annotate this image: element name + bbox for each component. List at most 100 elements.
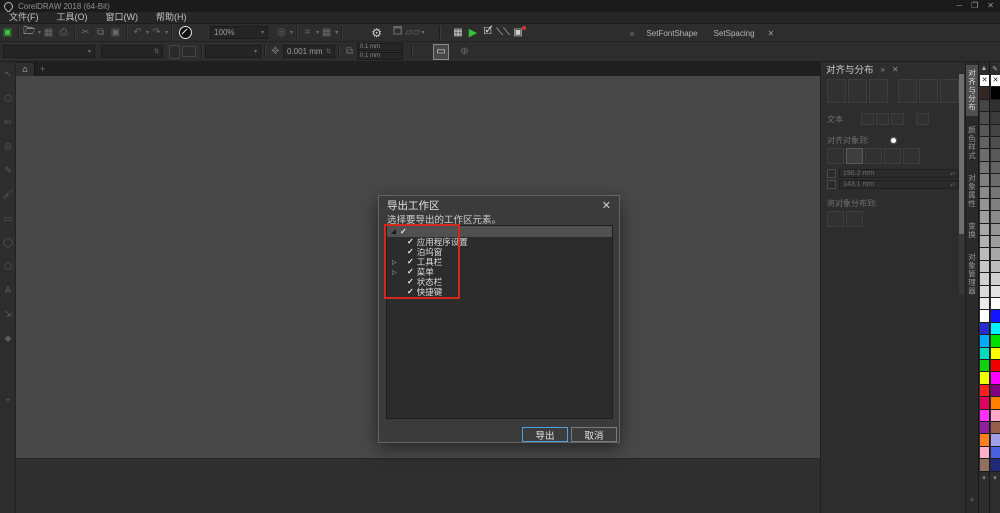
color-swatch[interactable] — [980, 137, 989, 149]
color-swatch[interactable] — [991, 335, 1000, 347]
color-swatch[interactable] — [991, 224, 1000, 236]
color-swatch[interactable] — [991, 112, 1000, 124]
color-swatch[interactable] — [980, 323, 989, 335]
checkmark-icon[interactable]: ✓ — [407, 268, 414, 276]
minimize-icon[interactable]: ─ — [956, 2, 962, 10]
color-swatch[interactable] — [980, 385, 989, 397]
docker-collapse-icon[interactable]: » — [881, 65, 885, 74]
color-swatch[interactable] — [980, 273, 989, 285]
color-swatch[interactable] — [980, 360, 989, 372]
color-swatch[interactable] — [980, 149, 989, 161]
color-swatch[interactable] — [980, 397, 989, 409]
color-swatch[interactable] — [980, 286, 989, 298]
docker-tab-1[interactable]: 颜色样式 — [966, 122, 978, 164]
edit-macro-icon[interactable]: 🗹 — [481, 25, 496, 40]
color-swatch[interactable] — [991, 323, 1000, 335]
checkmark-icon[interactable]: ✓ — [407, 278, 414, 286]
color-swatch[interactable] — [991, 447, 1000, 459]
search-content-icon[interactable] — [179, 26, 192, 39]
color-swatch[interactable] — [991, 410, 1000, 422]
color-swatch[interactable] — [980, 162, 989, 174]
color-swatch[interactable] — [991, 199, 1000, 211]
dimension-tool-icon[interactable]: ⇲ — [0, 302, 16, 326]
palette-scroll-down-icon[interactable]: ▾ — [979, 472, 989, 484]
expander-icon[interactable]: ▷ — [392, 259, 397, 266]
color-swatch[interactable] — [991, 422, 1000, 434]
color-swatch[interactable] — [991, 162, 1000, 174]
color-swatch[interactable] — [991, 273, 1000, 285]
record-script-icon[interactable]: ⟍⟍ — [496, 25, 511, 40]
options-gear-icon[interactable]: ⚙ — [369, 25, 384, 40]
dialog-close-icon[interactable]: ✕ — [602, 199, 611, 212]
checkmark-icon[interactable]: ✓ — [407, 258, 414, 266]
document-tab-home[interactable]: ⌂ — [16, 63, 35, 76]
maximize-icon[interactable]: ❐ — [971, 2, 978, 10]
open-folder-icon[interactable]: 🗁 — [22, 25, 37, 40]
palette-scroll-down-icon[interactable]: ▾ — [990, 472, 1000, 484]
color-swatch[interactable] — [991, 137, 1000, 149]
color-swatch[interactable] — [980, 335, 989, 347]
polygon-tool-icon[interactable]: ⬠ — [0, 254, 16, 278]
macro-button-setspacing[interactable]: SetSpacing — [706, 26, 763, 41]
color-swatch[interactable] — [991, 459, 1000, 471]
menu-item-3[interactable]: 帮助(H) — [147, 12, 196, 23]
color-swatch[interactable] — [980, 125, 989, 137]
color-swatch[interactable] — [980, 261, 989, 273]
menu-item-0[interactable]: 文件(F) — [0, 12, 48, 23]
color-swatch[interactable] — [991, 149, 1000, 161]
close-icon[interactable]: ✕ — [987, 2, 994, 10]
overflow-icon[interactable]: » — [626, 29, 638, 38]
workspace-element-tree[interactable]: ✓ ✓应用程序设置✓泊坞窗▷✓工具栏▷✓菜单✓状态栏✓快捷键 — [386, 225, 613, 419]
docker-scrollbar[interactable] — [959, 74, 964, 294]
pick-tool-icon[interactable]: ↖ — [0, 62, 16, 86]
color-swatch[interactable] — [991, 434, 1000, 446]
cancel-button[interactable]: 取消 — [571, 427, 617, 442]
color-swatch[interactable] — [980, 310, 989, 322]
color-swatch[interactable] — [980, 459, 989, 471]
toolbar-close-icon[interactable]: ✕ — [763, 29, 780, 38]
color-swatch[interactable] — [980, 422, 989, 434]
add-tool-button[interactable]: + — [0, 388, 16, 412]
color-swatch[interactable] — [991, 310, 1000, 322]
color-swatch[interactable] — [980, 199, 989, 211]
docker-tab-3[interactable]: 变换 — [966, 218, 978, 243]
color-swatch[interactable] — [991, 248, 1000, 260]
color-swatch[interactable] — [980, 434, 989, 446]
color-swatch[interactable] — [980, 211, 989, 223]
checkmark-icon[interactable]: ✓ — [407, 248, 414, 256]
color-swatch[interactable] — [991, 236, 1000, 248]
checkmark-icon[interactable]: ✓ — [400, 228, 407, 236]
color-swatch[interactable] — [980, 348, 989, 360]
color-swatch[interactable] — [980, 447, 989, 459]
docker-tab-2[interactable]: 对象属性 — [966, 170, 978, 212]
color-swatch[interactable] — [991, 298, 1000, 310]
color-swatch[interactable] — [991, 397, 1000, 409]
export-button[interactable]: 导出 — [522, 427, 568, 442]
color-swatch[interactable] — [980, 100, 989, 112]
artistic-media-tool-icon[interactable]: 🖌 — [0, 182, 16, 206]
macro-manager-icon[interactable]: ▦ — [451, 25, 466, 40]
color-swatch[interactable] — [991, 174, 1000, 186]
color-swatch[interactable] — [991, 187, 1000, 199]
color-swatch[interactable] — [980, 87, 989, 99]
stop-record-icon[interactable]: ▣ — [511, 25, 526, 40]
align-to-page-edge-button[interactable] — [846, 148, 863, 164]
color-swatch[interactable] — [980, 410, 989, 422]
no-color-swatch[interactable]: ✕ — [980, 75, 989, 87]
macro-button-setfontshape[interactable]: SetFontShape — [638, 26, 705, 41]
color-swatch[interactable] — [991, 385, 1000, 397]
color-swatch[interactable] — [980, 174, 989, 186]
color-swatch[interactable] — [991, 360, 1000, 372]
checkmark-icon[interactable]: ✓ — [407, 238, 414, 246]
docker-tab-4[interactable]: 对象管理器 — [966, 249, 978, 300]
color-swatch[interactable] — [980, 187, 989, 199]
color-swatch[interactable] — [991, 87, 1000, 99]
color-swatch[interactable] — [991, 348, 1000, 360]
color-swatch[interactable] — [991, 261, 1000, 273]
docker-close-icon[interactable]: ✕ — [892, 65, 899, 74]
new-document-icon[interactable]: ▣ — [0, 25, 15, 40]
docker-tab-0[interactable]: 对齐与分布 — [966, 65, 978, 116]
new-tab-button[interactable]: + — [35, 64, 50, 74]
expander-icon[interactable]: ▷ — [392, 269, 397, 276]
color-swatch[interactable] — [991, 100, 1000, 112]
